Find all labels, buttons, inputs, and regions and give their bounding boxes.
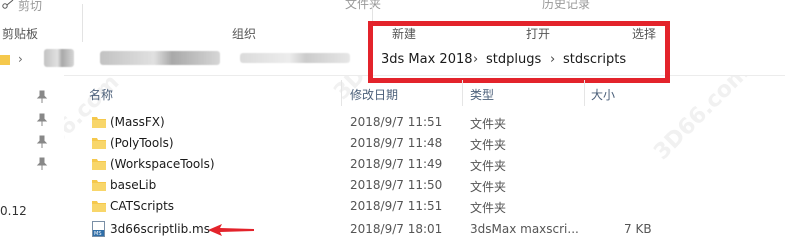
file-name[interactable]: CATScripts bbox=[110, 199, 174, 213]
file-date: 2018/9/7 18:01 bbox=[350, 222, 443, 236]
file-row[interactable]: MS 3d66scriptlib.ms 2018/9/7 18:01 3dsMax m… bbox=[64, 219, 785, 240]
scissors-icon[interactable] bbox=[2, 0, 14, 10]
blurred-path-segment bbox=[44, 49, 74, 67]
file-date: 2018/9/7 11:51 bbox=[350, 199, 443, 213]
pin-icon[interactable] bbox=[36, 135, 48, 149]
folder-icon bbox=[92, 201, 106, 212]
folder-icon bbox=[92, 159, 106, 170]
file-type: 文件夹 bbox=[470, 201, 507, 215]
svg-text:MS: MS bbox=[94, 231, 102, 237]
file-name[interactable]: 3d66scriptlib.ms bbox=[110, 222, 210, 236]
column-header-date[interactable]: 修改日期 bbox=[350, 86, 398, 103]
file-row[interactable]: (WorkspaceTools) 2018/9/7 11:49 文件夹 bbox=[64, 154, 785, 175]
folder-icon bbox=[0, 55, 10, 65]
column-header-name[interactable]: 名称 bbox=[89, 86, 113, 103]
folder-button[interactable]: 文件夹 bbox=[345, 0, 381, 12]
file-name[interactable]: (WorkspaceTools) bbox=[110, 157, 215, 171]
highlight-annotation-box bbox=[368, 21, 670, 83]
file-size: 7 KB bbox=[624, 222, 652, 236]
file-date: 2018/9/7 11:50 bbox=[350, 178, 443, 192]
arrow-annotation bbox=[208, 224, 254, 236]
navigation-pane[interactable]: 0.12 bbox=[0, 75, 64, 241]
pin-icon[interactable] bbox=[36, 113, 48, 127]
file-name[interactable]: (PolyTools) bbox=[110, 136, 174, 150]
file-type: 文件夹 bbox=[470, 159, 507, 173]
blurred-path-segment bbox=[240, 53, 350, 63]
file-row[interactable]: (MassFX) 2018/9/7 11:51 文件夹 bbox=[64, 112, 785, 133]
file-date: 2018/9/7 11:51 bbox=[350, 115, 443, 129]
clipboard-group-label: 剪贴板 bbox=[2, 27, 39, 41]
file-type: 文件夹 bbox=[470, 180, 507, 194]
pin-icon[interactable] bbox=[36, 157, 48, 171]
file-type: 文件夹 bbox=[470, 117, 507, 131]
history-button[interactable]: 历史记录 bbox=[542, 0, 590, 12]
organize-group-label: 组织 bbox=[232, 27, 257, 41]
nav-item-label[interactable]: 0.12 bbox=[0, 204, 27, 218]
maxscript-file-icon: MS bbox=[92, 221, 105, 237]
folder-icon bbox=[92, 180, 106, 191]
file-row[interactable]: baseLib 2018/9/7 11:50 文件夹 bbox=[64, 175, 785, 196]
pin-icon[interactable] bbox=[36, 90, 48, 104]
file-type: 文件夹 bbox=[470, 138, 507, 152]
blurred-path-segment bbox=[100, 51, 220, 65]
column-header-type[interactable]: 类型 bbox=[470, 86, 494, 103]
file-row[interactable]: (PolyTools) 2018/9/7 11:48 文件夹 bbox=[64, 133, 785, 154]
file-date: 2018/9/7 11:48 bbox=[350, 136, 443, 150]
file-name[interactable]: (MassFX) bbox=[110, 115, 165, 129]
file-name[interactable]: baseLib bbox=[110, 178, 156, 192]
chevron-right-icon: › bbox=[18, 52, 23, 66]
folder-icon bbox=[92, 138, 106, 149]
file-type: 3dsMax maxscri... bbox=[470, 222, 579, 236]
file-date: 2018/9/7 11:49 bbox=[350, 157, 443, 171]
cut-button[interactable]: 剪切 bbox=[18, 0, 42, 14]
folder-icon bbox=[92, 117, 106, 128]
file-row[interactable]: CATScripts 2018/9/7 11:51 文件夹 bbox=[64, 196, 785, 217]
column-header-size[interactable]: 大小 bbox=[591, 86, 615, 103]
